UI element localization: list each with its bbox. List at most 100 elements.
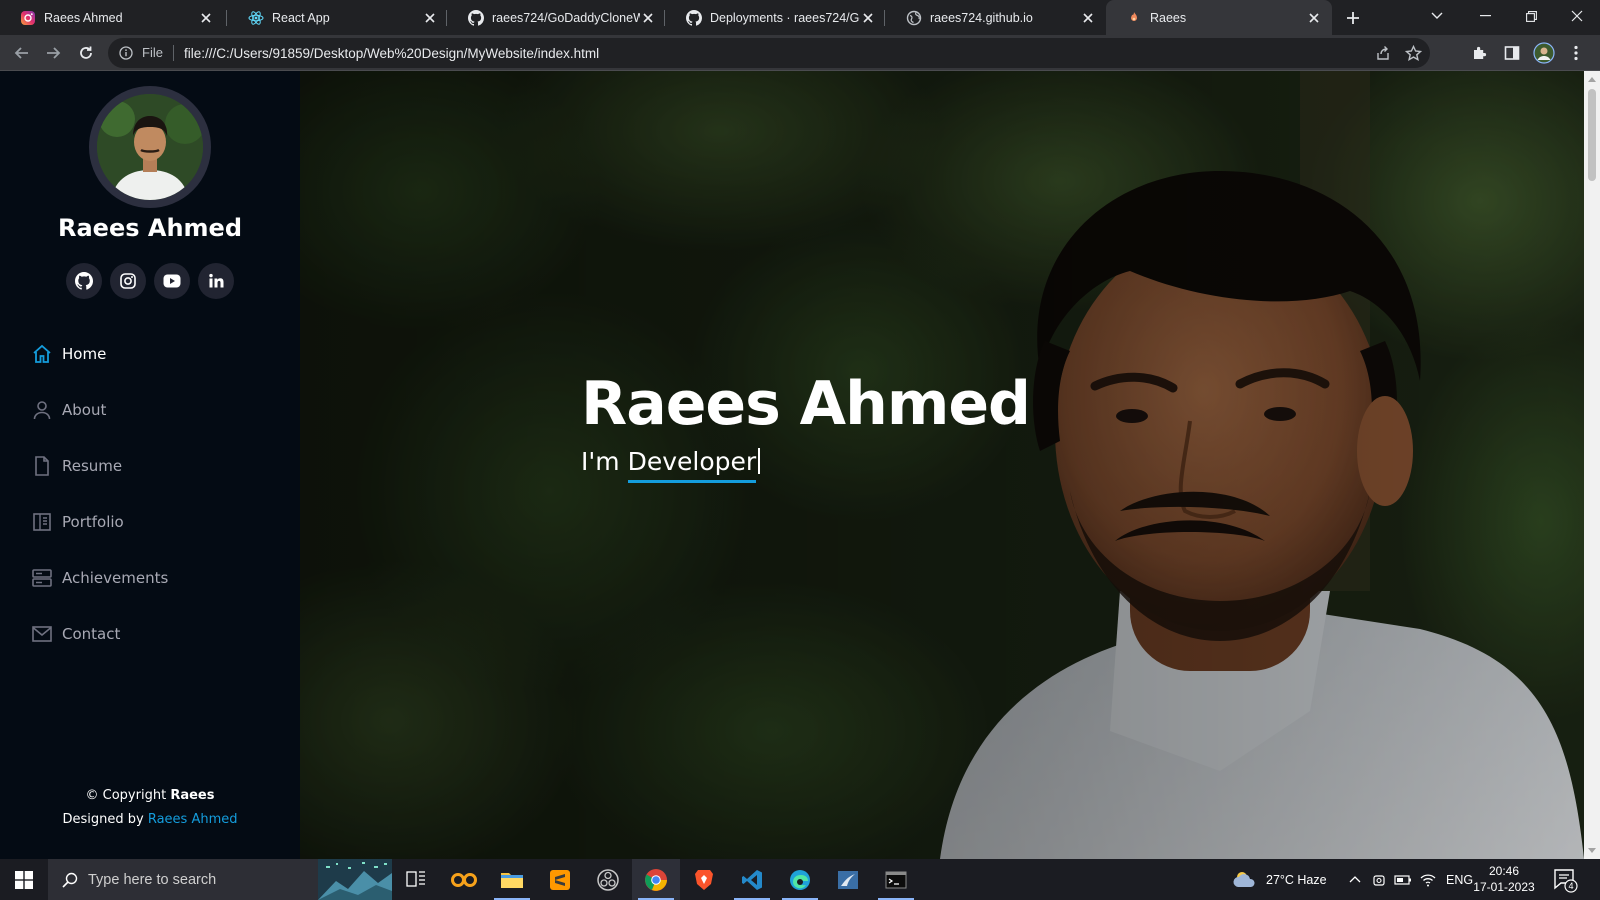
- credits-prefix: Designed by: [62, 812, 144, 827]
- nav-item-about[interactable]: About: [30, 382, 168, 438]
- chevron-up-icon[interactable]: [1348, 873, 1362, 887]
- battery-icon[interactable]: [1394, 874, 1412, 886]
- nav-label: Portfolio: [62, 513, 124, 531]
- weather-haze-icon: [1233, 871, 1255, 887]
- terminal-icon: [885, 871, 907, 888]
- nav-item-contact[interactable]: Contact: [30, 606, 168, 662]
- globe-icon: [906, 10, 922, 26]
- youtube-icon: [163, 274, 181, 288]
- youtube-link[interactable]: [154, 263, 190, 299]
- hero-background-photo: [300, 71, 1584, 859]
- more-vertical-icon: [1574, 45, 1578, 61]
- taskbar-clock[interactable]: 20:46 17-01-2023: [1468, 863, 1540, 895]
- edge-icon: [790, 869, 810, 890]
- chrome-app[interactable]: [632, 859, 680, 900]
- tab-title: React App: [272, 10, 330, 25]
- browser-tab[interactable]: Deployments · raees724/GoD: [666, 0, 886, 35]
- address-bar[interactable]: File file:///C:/Users/91859/Desktop/Web%…: [108, 38, 1430, 68]
- scroll-up-arrow[interactable]: [1588, 77, 1596, 82]
- user-icon: [30, 398, 54, 422]
- browser-tab[interactable]: React App: [228, 0, 448, 35]
- windows-taskbar: Type here to search 27°C Haze ENG 20:46 …: [0, 859, 1600, 900]
- new-tab-button[interactable]: [1340, 5, 1366, 31]
- tab-title: Raees Ahmed: [44, 10, 123, 25]
- nav-label: About: [62, 401, 107, 419]
- coccoc-icon: [451, 872, 477, 887]
- profile-icon: [1533, 42, 1555, 64]
- restore-icon: [1525, 10, 1537, 22]
- close-window-button[interactable]: [1554, 0, 1600, 32]
- side-panel-icon: [1504, 46, 1520, 60]
- browser-menu-button[interactable]: [1562, 39, 1590, 67]
- forward-button[interactable]: [39, 39, 67, 67]
- brave-app[interactable]: [680, 859, 728, 900]
- reload-button[interactable]: [72, 39, 100, 67]
- windows-logo-icon: [15, 870, 33, 889]
- page-scrollbar[interactable]: [1584, 71, 1600, 859]
- extensions-button[interactable]: [1466, 39, 1494, 67]
- side-panel-button[interactable]: [1498, 39, 1526, 67]
- sql-server-app[interactable]: [824, 859, 872, 900]
- typing-caret: [758, 448, 761, 474]
- close-icon[interactable]: [422, 10, 438, 26]
- arrow-right-icon: [47, 47, 61, 59]
- nav-item-portfolio[interactable]: Portfolio: [30, 494, 168, 550]
- sql-server-icon: [838, 870, 858, 889]
- bookmark-star-icon[interactable]: [1402, 42, 1424, 64]
- close-icon[interactable]: [640, 10, 656, 26]
- wifi-icon[interactable]: [1420, 873, 1436, 887]
- browser-tab[interactable]: Raees Ahmed: [0, 0, 224, 35]
- close-icon[interactable]: [198, 10, 214, 26]
- nav-item-resume[interactable]: Resume: [30, 438, 168, 494]
- nav-item-achievements[interactable]: Achievements: [30, 550, 168, 606]
- page-viewport: Raees Ahmed Home About Resume Portfolio …: [0, 71, 1584, 859]
- vscode-app[interactable]: [728, 859, 776, 900]
- back-button[interactable]: [8, 39, 36, 67]
- file-explorer-app[interactable]: [488, 859, 536, 900]
- start-button[interactable]: [0, 859, 48, 900]
- scrollbar-thumb[interactable]: [1588, 89, 1596, 181]
- browser-tab-active[interactable]: Raees: [1106, 0, 1332, 35]
- clock-time: 20:46: [1488, 864, 1520, 878]
- clock-date: 17-01-2023: [1473, 880, 1535, 894]
- url-text[interactable]: file:///C:/Users/91859/Desktop/Web%20Des…: [184, 46, 599, 61]
- profile-avatar[interactable]: [1530, 39, 1558, 67]
- obs-app[interactable]: [584, 859, 632, 900]
- close-icon[interactable]: [1306, 10, 1322, 26]
- designer-link[interactable]: Raees Ahmed: [148, 812, 238, 827]
- meet-now-icon[interactable]: [1372, 872, 1386, 888]
- sublime-text-app[interactable]: [536, 859, 584, 900]
- close-icon[interactable]: [1080, 10, 1096, 26]
- weather-widget[interactable]: 27°C Haze: [1232, 859, 1327, 900]
- scroll-down-arrow[interactable]: [1588, 848, 1596, 853]
- edge-app[interactable]: [776, 859, 824, 900]
- minimize-button[interactable]: [1462, 0, 1508, 32]
- vscode-icon: [742, 869, 762, 890]
- weather-text: 27°C Haze: [1266, 872, 1327, 887]
- linkedin-link[interactable]: [198, 263, 234, 299]
- profile-photo: [89, 86, 211, 208]
- sidebar: Raees Ahmed Home About Resume Portfolio …: [0, 71, 300, 859]
- github-link[interactable]: [66, 263, 102, 299]
- coccoc-app[interactable]: [440, 859, 488, 900]
- instagram-link[interactable]: [110, 263, 146, 299]
- plus-icon: [1347, 12, 1359, 24]
- browser-tab[interactable]: raees724/GoDaddyCloneWeb: [448, 0, 666, 35]
- taskbar-search-box[interactable]: Type here to search: [48, 859, 392, 900]
- terminal-app[interactable]: [872, 859, 920, 900]
- nav-item-home[interactable]: Home: [30, 326, 168, 382]
- info-icon[interactable]: [118, 45, 134, 61]
- tab-search-button[interactable]: [1414, 0, 1460, 32]
- hero-title: Raees Ahmed: [581, 369, 1031, 439]
- task-view-button[interactable]: [392, 859, 440, 900]
- reload-icon: [80, 46, 92, 59]
- notification-center-button[interactable]: 4: [1552, 867, 1578, 893]
- search-highlight-image: [318, 859, 392, 900]
- nav-label: Contact: [62, 625, 121, 643]
- share-icon[interactable]: [1372, 42, 1394, 64]
- close-icon[interactable]: [860, 10, 876, 26]
- browser-tab[interactable]: raees724.github.io: [886, 0, 1106, 35]
- server-icon: [30, 566, 54, 590]
- tab-title: Raees: [1150, 10, 1187, 25]
- restore-button[interactable]: [1508, 0, 1554, 32]
